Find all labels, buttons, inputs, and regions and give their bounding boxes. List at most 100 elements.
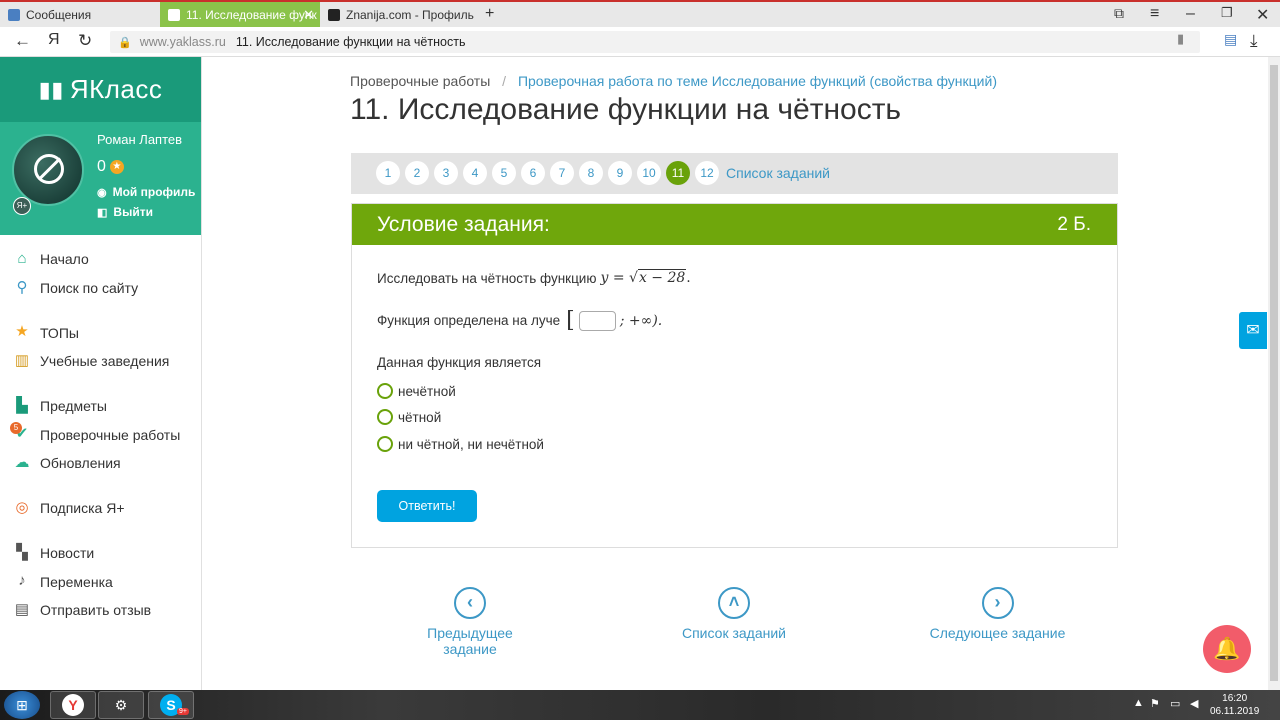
profile-link[interactable]: ◉ Мой профиль (97, 185, 195, 199)
sidebar-item-home[interactable]: ⌂ Начало (0, 245, 201, 274)
minimize-icon[interactable]: – (1186, 5, 1195, 23)
sidebar-item-label: Начало (40, 251, 89, 268)
profile-icon: ◉ (97, 186, 107, 199)
page-link-11-current[interactable]: 11 (666, 161, 690, 185)
bookmarks-icon[interactable]: ⧉ (1114, 5, 1124, 22)
sidebar-item-subscription[interactable]: ◎ Подписка Я+ (0, 494, 201, 523)
os-taskbar: ⊞ Y ⚙ S 9+ ▲ ⚑ ▭ ◀ 16:20 06.11.2019 (0, 690, 1280, 720)
radio-icon[interactable] (377, 383, 393, 399)
skype-taskbar-icon[interactable]: S 9+ (148, 691, 194, 719)
page-link-6[interactable]: 6 (521, 161, 545, 185)
sidebar-item-search[interactable]: ⚲ Поиск по сайту (0, 274, 201, 303)
breadcrumb-separator: / (502, 73, 507, 89)
user-panel: Роман Лаптев 0 ★ ◉ Мой профиль ◧ Выйти Я… (0, 122, 201, 235)
radio-icon[interactable] (377, 409, 393, 425)
url-title: 11. Исследование функции на чётность (235, 35, 466, 49)
bookmark-icon[interactable]: ▮ (1177, 31, 1184, 47)
yandex-icon[interactable]: Я (48, 31, 60, 49)
window-close-icon[interactable]: ✕ (1256, 5, 1269, 25)
formula-radicand: x − 28 (637, 269, 687, 286)
sidebar-item-tops[interactable]: ★ ТОПы (0, 318, 201, 347)
task-list-nav-link[interactable]: ˄ Список заданий (664, 587, 804, 641)
reload-icon[interactable]: ↻ (78, 31, 92, 51)
messages-icon (8, 8, 20, 21)
page-link-12[interactable]: 12 (695, 161, 719, 185)
yandex-browser-taskbar-icon[interactable]: Y (50, 691, 96, 719)
sidebar-item-label: Отправить отзыв (40, 602, 152, 619)
scrollbar-thumb[interactable] (1270, 65, 1278, 681)
user-name[interactable]: Роман Лаптев (97, 132, 182, 147)
avatar[interactable] (12, 134, 84, 206)
page-link-10[interactable]: 10 (637, 161, 661, 185)
coin-star-icon: ★ (109, 160, 124, 174)
url-field[interactable]: 🔒 www.yaklass.ru 11. Исследование функци… (110, 31, 1200, 53)
page-link-2[interactable]: 2 (405, 161, 429, 185)
network-icon[interactable]: ▭ (1170, 697, 1180, 710)
task-pager: 1 2 3 4 5 6 7 8 9 10 11 12 Список задани… (351, 153, 1118, 194)
logout-link-label: Выйти (113, 205, 153, 219)
interval-start-input[interactable] (578, 310, 616, 331)
sidebar-item-label: ТОПы (40, 324, 79, 341)
sidebar-item-label: Поиск по сайту (40, 280, 139, 297)
page-link-4[interactable]: 4 (463, 161, 487, 185)
chevron-right-icon: › (981, 587, 1014, 619)
start-button-icon[interactable]: ⊞ (4, 691, 40, 719)
scrollbar[interactable] (1268, 57, 1280, 690)
page-link-9[interactable]: 9 (608, 161, 632, 185)
star-icon: ★ (15, 323, 29, 341)
prev-task-link[interactable]: ‹ Предыдущее задание (400, 587, 540, 657)
radio-icon[interactable] (377, 436, 393, 452)
new-tab-icon[interactable]: + (485, 5, 494, 23)
tab-yaklass[interactable]: 11. Исследование функ ✕ (160, 2, 320, 27)
clock-date: 06.11.2019 (1210, 706, 1260, 717)
option-odd[interactable]: нечётной (377, 383, 456, 399)
flag-icon[interactable]: ⚑ (1150, 697, 1160, 710)
sidebar-item-break[interactable]: ♪ Переменка (0, 567, 201, 596)
submit-answer-button[interactable]: Ответить! (377, 490, 477, 522)
tab-messages[interactable]: Сообщения (0, 2, 160, 27)
sidebar-item-subjects[interactable]: ▙ Предметы (0, 392, 201, 421)
breadcrumb: Проверочные работы / Проверочная работа … (350, 73, 997, 89)
mail-icon[interactable]: ✉ (1239, 312, 1267, 349)
sidebar-item-tests[interactable]: ✔ 5 Проверочные работы (0, 420, 201, 449)
downloads-icon[interactable]: ⤓ (1250, 31, 1258, 51)
breadcrumb-root[interactable]: Проверочные работы (350, 73, 490, 89)
site-logo[interactable]: ▮▮ ЯКласс (0, 57, 201, 122)
task-heading: Условие задания: (377, 212, 550, 236)
logout-link[interactable]: ◧ Выйти (97, 205, 153, 219)
points-counter: 0 ★ (97, 158, 124, 176)
restore-icon[interactable]: ❐ (1221, 5, 1233, 21)
page-link-5[interactable]: 5 (492, 161, 516, 185)
tab-znanija[interactable]: Znanija.com - Профиль по (320, 2, 475, 27)
feedback-icon: ▤ (14, 600, 30, 618)
page-link-3[interactable]: 3 (434, 161, 458, 185)
breadcrumb-link[interactable]: Проверочная работа по теме Исследование … (518, 73, 997, 89)
task-list-link[interactable]: Список заданий (726, 165, 830, 181)
page-link-8[interactable]: 8 (579, 161, 603, 185)
skype-badge: 9+ (177, 708, 189, 715)
plus-icon: ◎ (15, 498, 29, 516)
notification-bell-icon[interactable]: 🔔 (1203, 625, 1251, 673)
option-label: чётной (398, 409, 442, 425)
tray-arrow-icon[interactable]: ▲ (1133, 697, 1144, 709)
sidebar-item-feedback[interactable]: ▤ Отправить отзыв (0, 596, 201, 625)
sidebar-item-news[interactable]: ▚ Новости (0, 539, 201, 568)
sidebar-item-label: Проверочные работы (40, 426, 181, 443)
steam-taskbar-icon[interactable]: ⚙ (98, 691, 144, 719)
close-tab-icon[interactable]: ✕ (303, 7, 314, 23)
option-label: ни чётной, ни нечётной (398, 436, 544, 452)
formula-end: . (686, 270, 691, 286)
volume-icon[interactable]: ◀ (1190, 697, 1198, 710)
menu-icon[interactable]: ≡ (1150, 5, 1159, 23)
sidebar-item-schools[interactable]: ▥ Учебные заведения (0, 347, 201, 376)
next-task-link[interactable]: › Следующее задание (929, 587, 1066, 641)
page-link-1[interactable]: 1 (376, 161, 400, 185)
page-link-7[interactable]: 7 (550, 161, 574, 185)
option-neither[interactable]: ни чётной, ни нечётной (377, 436, 544, 452)
extension-icon[interactable]: ▤ (1224, 31, 1237, 48)
back-icon[interactable]: ← (14, 31, 31, 51)
system-clock[interactable]: 16:20 06.11.2019 (1210, 692, 1259, 718)
function-formula: y = √x − 28. (600, 269, 691, 286)
sidebar-item-updates[interactable]: ☁ Обновления (0, 449, 201, 478)
option-even[interactable]: чётной (377, 409, 441, 425)
